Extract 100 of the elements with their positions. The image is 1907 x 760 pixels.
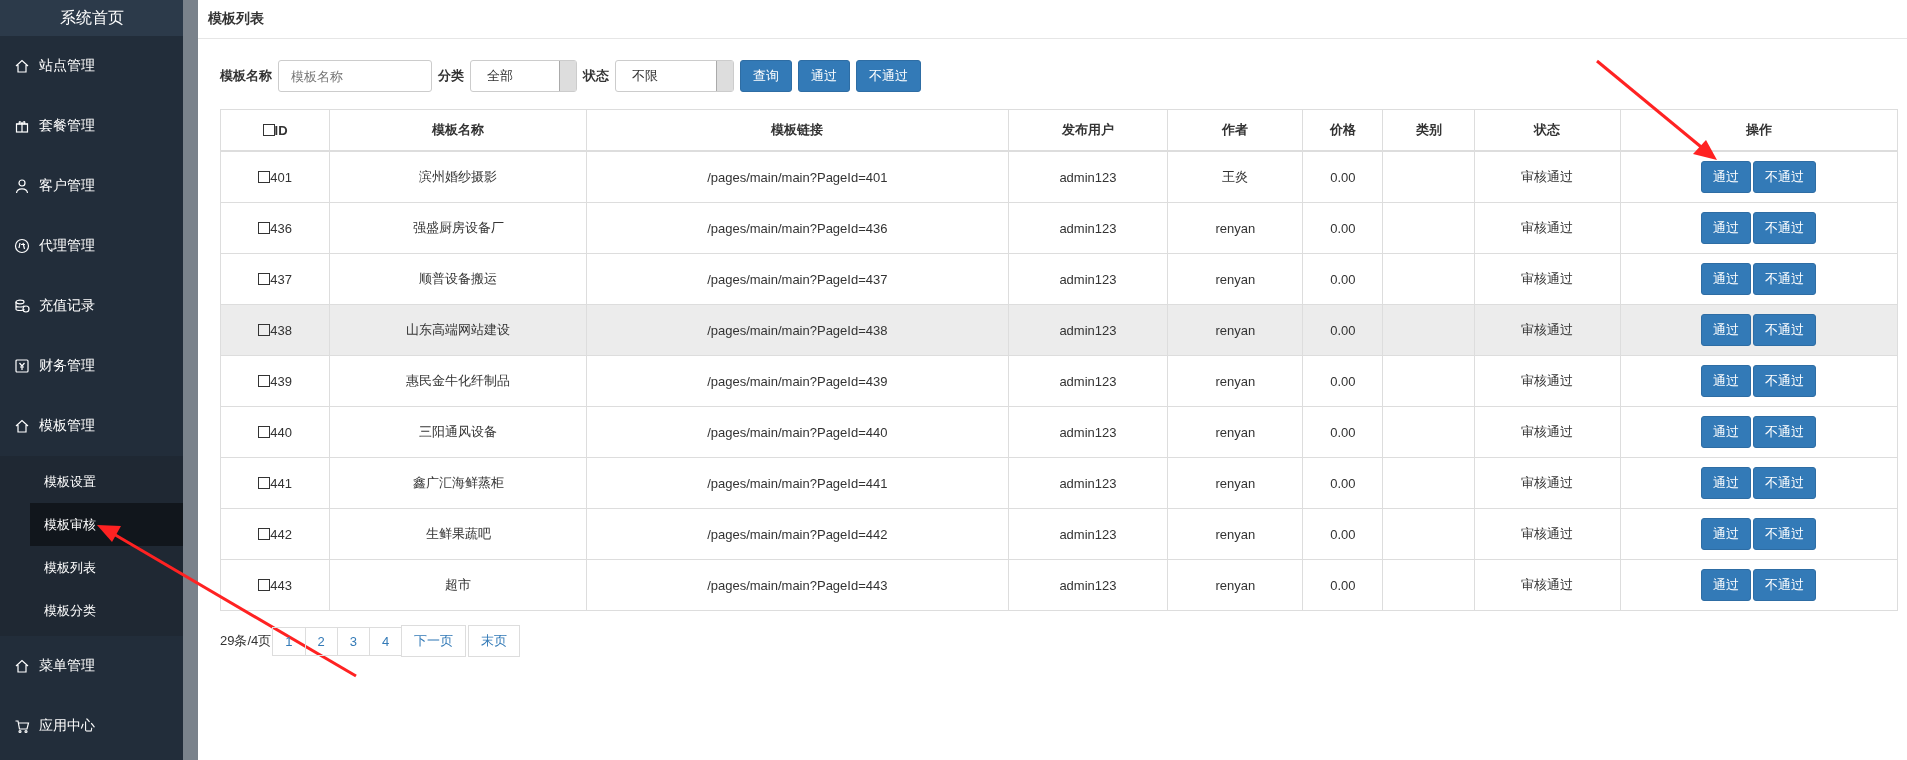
row-button[interactable]: 不通过 [1753,569,1817,601]
coins-icon [14,298,30,314]
row-button[interactable]: 不通过 [1753,467,1817,499]
table-cell: 审核通过 [1474,355,1621,407]
row-button[interactable]: 通过 [1701,518,1752,550]
column-header: 作者 [1167,109,1303,151]
page-title: 模板列表 [198,0,1907,39]
table-cell: 审核通过 [1474,406,1621,458]
row-button[interactable]: 不通过 [1753,416,1817,448]
page-link[interactable]: 3 [336,626,370,656]
toolbar-button[interactable]: 不通过 [856,60,921,92]
row-button[interactable]: 通过 [1701,365,1752,397]
page-link[interactable]: 2 [304,626,338,656]
toolbar-button[interactable]: 通过 [798,60,850,92]
sidebar-title: 系统首页 [0,0,183,36]
row-button[interactable]: 通过 [1701,416,1752,448]
table-cell: renyan [1167,253,1303,305]
checkbox[interactable] [258,323,271,336]
last-page-link[interactable]: 末页 [468,625,521,657]
table-cell: renyan [1167,559,1303,611]
category-select[interactable]: 全部 [470,60,577,92]
sidebar-item[interactable]: 套餐管理 [0,96,183,156]
next-page-link[interactable]: 下一页 [401,625,467,657]
checkbox[interactable] [262,123,275,136]
row-button[interactable]: 不通过 [1753,314,1817,346]
table-cell: /pages/main/main?PageId=437 [586,253,1008,305]
submenu-item[interactable]: 模板分类 [30,589,183,632]
sidebar-item[interactable]: 客户管理 [0,156,183,216]
submenu-item[interactable]: 模板设置 [30,460,183,503]
table-cell: 442 [220,508,330,560]
table-cell: renyan [1167,457,1303,509]
table-cell: 惠民金牛化纤制品 [329,355,587,407]
row-button[interactable]: 通过 [1701,161,1752,193]
checkbox[interactable] [258,170,271,183]
table-cell: 审核通过 [1474,457,1621,509]
table-cell: /pages/main/main?PageId=440 [586,406,1008,458]
column-header: 状态 [1474,109,1621,151]
field-label: 模板名称 [220,67,272,85]
checkbox[interactable] [258,425,271,438]
row-button[interactable]: 不通过 [1753,161,1817,193]
row-button[interactable]: 不通过 [1753,365,1817,397]
table-cell: 0.00 [1302,202,1383,254]
table-cell: renyan [1167,355,1303,407]
scrollbar[interactable] [183,0,198,760]
house-icon [14,58,30,74]
sidebar-item[interactable]: 财务管理 [0,336,183,396]
row-button[interactable]: 通过 [1701,569,1752,601]
table-cell: /pages/main/main?PageId=442 [586,508,1008,560]
checkbox[interactable] [258,221,271,234]
table-cell: /pages/main/main?PageId=443 [586,559,1008,611]
table-cell: 审核通过 [1474,202,1621,254]
table-cell: 438 [220,304,330,356]
table-cell: 鑫广汇海鲜蒸柜 [329,457,587,509]
table-cell: 强盛厨房设备厂 [329,202,587,254]
page-link[interactable]: 1 [272,626,306,656]
row-button[interactable]: 通过 [1701,467,1752,499]
row-button[interactable]: 不通过 [1753,518,1817,550]
table-cell: 0.00 [1302,151,1383,203]
table-cell: /pages/main/main?PageId=439 [586,355,1008,407]
table-cell: admin123 [1008,304,1168,356]
coin-icon [14,238,30,254]
table-cell: /pages/main/main?PageId=438 [586,304,1008,356]
sidebar-item[interactable]: 应用中心 [0,696,183,756]
row-button[interactable]: 通过 [1701,263,1752,295]
page-summary: 29条/4页 [220,632,272,650]
row-button[interactable]: 通过 [1701,212,1752,244]
field-label: 状态 [583,67,609,85]
table-cell: 0.00 [1302,457,1383,509]
row-button[interactable]: 不通过 [1753,212,1817,244]
submenu-item[interactable]: 模板列表 [30,546,183,589]
table-cell: 顺普设备搬运 [329,253,587,305]
sidebar-item[interactable]: 站点管理 [0,36,183,96]
checkbox[interactable] [258,374,271,387]
toolbar-button[interactable]: 查询 [740,60,792,92]
table-cell: /pages/main/main?PageId=436 [586,202,1008,254]
checkbox[interactable] [258,476,271,489]
table-cell: admin123 [1008,151,1168,203]
sidebar-item[interactable]: 菜单管理 [0,636,183,696]
table-cell: 审核通过 [1474,253,1621,305]
table-cell: 山东高端网站建设 [329,304,587,356]
gift-icon [14,118,30,134]
checkbox[interactable] [258,272,271,285]
table-cell: 440 [220,406,330,458]
table-cell: 439 [220,355,330,407]
checkbox[interactable] [258,527,271,540]
row-button[interactable]: 不通过 [1753,263,1817,295]
status-select[interactable]: 不限 [615,60,734,92]
sidebar-item[interactable]: 代理管理 [0,216,183,276]
name-input[interactable]: 模板名称 [278,60,432,92]
sidebar-item[interactable]: 充值记录 [0,276,183,336]
submenu-item[interactable]: 模板审核 [30,503,183,546]
page-link[interactable]: 4 [369,626,403,656]
column-header: 模板名称 [329,109,587,151]
sidebar-item[interactable]: 模板管理 [0,396,183,456]
row-button[interactable]: 通过 [1701,314,1752,346]
checkbox[interactable] [258,578,271,591]
person-icon [14,178,30,194]
table-cell: 审核通过 [1474,304,1621,356]
table-cell: 审核通过 [1474,151,1621,203]
table-cell: renyan [1167,406,1303,458]
